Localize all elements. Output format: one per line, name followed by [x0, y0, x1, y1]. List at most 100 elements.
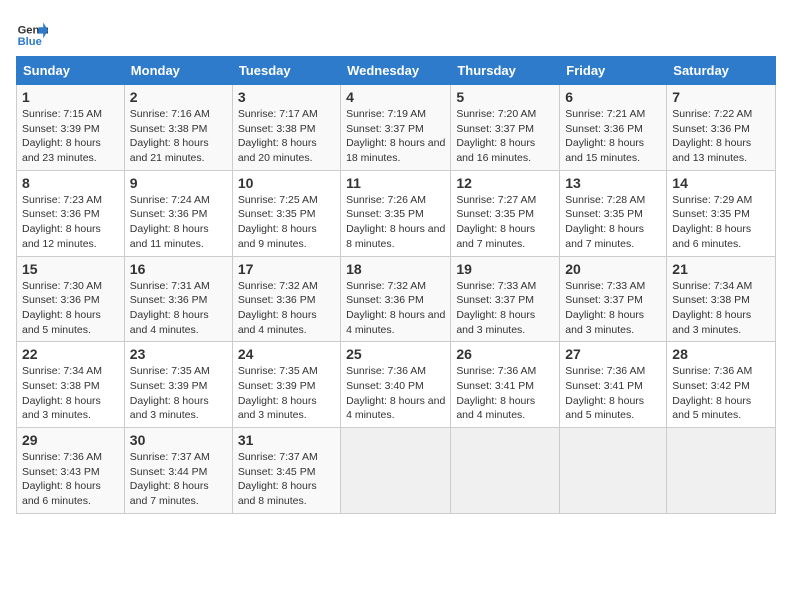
day-cell-21: 21 Sunrise: 7:34 AMSunset: 3:38 PMDaylig… [667, 256, 776, 342]
day-number: 15 [22, 261, 119, 277]
day-detail: Sunrise: 7:32 AMSunset: 3:36 PMDaylight:… [346, 280, 445, 336]
logo: General Blue [16, 16, 48, 48]
day-cell-15: 15 Sunrise: 7:30 AMSunset: 3:36 PMDaylig… [17, 256, 125, 342]
day-detail: Sunrise: 7:29 AMSunset: 3:35 PMDaylight:… [672, 194, 752, 250]
day-number: 22 [22, 346, 119, 362]
col-header-thursday: Thursday [451, 57, 560, 85]
day-number: 30 [130, 432, 227, 448]
day-number: 21 [672, 261, 770, 277]
day-detail: Sunrise: 7:36 AMSunset: 3:40 PMDaylight:… [346, 365, 445, 421]
day-detail: Sunrise: 7:23 AMSunset: 3:36 PMDaylight:… [22, 194, 102, 250]
day-cell-11: 11 Sunrise: 7:26 AMSunset: 3:35 PMDaylig… [341, 170, 451, 256]
day-cell-19: 19 Sunrise: 7:33 AMSunset: 3:37 PMDaylig… [451, 256, 560, 342]
day-number: 27 [565, 346, 661, 362]
empty-cell [560, 428, 667, 514]
day-number: 2 [130, 89, 227, 105]
day-detail: Sunrise: 7:32 AMSunset: 3:36 PMDaylight:… [238, 280, 318, 336]
day-detail: Sunrise: 7:34 AMSunset: 3:38 PMDaylight:… [22, 365, 102, 421]
day-detail: Sunrise: 7:17 AMSunset: 3:38 PMDaylight:… [238, 108, 318, 164]
day-cell-14: 14 Sunrise: 7:29 AMSunset: 3:35 PMDaylig… [667, 170, 776, 256]
day-cell-20: 20 Sunrise: 7:33 AMSunset: 3:37 PMDaylig… [560, 256, 667, 342]
col-header-wednesday: Wednesday [341, 57, 451, 85]
col-header-monday: Monday [124, 57, 232, 85]
col-header-tuesday: Tuesday [232, 57, 340, 85]
day-detail: Sunrise: 7:36 AMSunset: 3:41 PMDaylight:… [565, 365, 645, 421]
svg-text:Blue: Blue [18, 36, 42, 48]
day-detail: Sunrise: 7:37 AMSunset: 3:44 PMDaylight:… [130, 451, 210, 507]
day-detail: Sunrise: 7:37 AMSunset: 3:45 PMDaylight:… [238, 451, 318, 507]
day-number: 19 [456, 261, 554, 277]
day-number: 16 [130, 261, 227, 277]
day-number: 12 [456, 175, 554, 191]
calendar-week-5: 29 Sunrise: 7:36 AMSunset: 3:43 PMDaylig… [17, 428, 776, 514]
day-cell-26: 26 Sunrise: 7:36 AMSunset: 3:41 PMDaylig… [451, 342, 560, 428]
day-cell-13: 13 Sunrise: 7:28 AMSunset: 3:35 PMDaylig… [560, 170, 667, 256]
day-cell-31: 31 Sunrise: 7:37 AMSunset: 3:45 PMDaylig… [232, 428, 340, 514]
day-detail: Sunrise: 7:33 AMSunset: 3:37 PMDaylight:… [565, 280, 645, 336]
day-cell-28: 28 Sunrise: 7:36 AMSunset: 3:42 PMDaylig… [667, 342, 776, 428]
day-number: 25 [346, 346, 445, 362]
day-number: 3 [238, 89, 335, 105]
day-cell-5: 5 Sunrise: 7:20 AMSunset: 3:37 PMDayligh… [451, 85, 560, 171]
day-number: 9 [130, 175, 227, 191]
day-cell-25: 25 Sunrise: 7:36 AMSunset: 3:40 PMDaylig… [341, 342, 451, 428]
day-cell-6: 6 Sunrise: 7:21 AMSunset: 3:36 PMDayligh… [560, 85, 667, 171]
day-number: 29 [22, 432, 119, 448]
day-detail: Sunrise: 7:26 AMSunset: 3:35 PMDaylight:… [346, 194, 445, 250]
day-detail: Sunrise: 7:33 AMSunset: 3:37 PMDaylight:… [456, 280, 536, 336]
day-number: 10 [238, 175, 335, 191]
calendar-week-1: 1 Sunrise: 7:15 AMSunset: 3:39 PMDayligh… [17, 85, 776, 171]
day-cell-12: 12 Sunrise: 7:27 AMSunset: 3:35 PMDaylig… [451, 170, 560, 256]
day-number: 6 [565, 89, 661, 105]
col-header-saturday: Saturday [667, 57, 776, 85]
day-cell-27: 27 Sunrise: 7:36 AMSunset: 3:41 PMDaylig… [560, 342, 667, 428]
day-cell-1: 1 Sunrise: 7:15 AMSunset: 3:39 PMDayligh… [17, 85, 125, 171]
day-number: 26 [456, 346, 554, 362]
day-cell-7: 7 Sunrise: 7:22 AMSunset: 3:36 PMDayligh… [667, 85, 776, 171]
calendar-table: SundayMondayTuesdayWednesdayThursdayFrid… [16, 56, 776, 514]
calendar-week-3: 15 Sunrise: 7:30 AMSunset: 3:36 PMDaylig… [17, 256, 776, 342]
day-detail: Sunrise: 7:24 AMSunset: 3:36 PMDaylight:… [130, 194, 210, 250]
day-cell-2: 2 Sunrise: 7:16 AMSunset: 3:38 PMDayligh… [124, 85, 232, 171]
empty-cell [451, 428, 560, 514]
day-number: 5 [456, 89, 554, 105]
day-number: 13 [565, 175, 661, 191]
day-detail: Sunrise: 7:36 AMSunset: 3:43 PMDaylight:… [22, 451, 102, 507]
day-cell-18: 18 Sunrise: 7:32 AMSunset: 3:36 PMDaylig… [341, 256, 451, 342]
day-number: 28 [672, 346, 770, 362]
day-cell-9: 9 Sunrise: 7:24 AMSunset: 3:36 PMDayligh… [124, 170, 232, 256]
day-detail: Sunrise: 7:21 AMSunset: 3:36 PMDaylight:… [565, 108, 645, 164]
day-detail: Sunrise: 7:20 AMSunset: 3:37 PMDaylight:… [456, 108, 536, 164]
day-detail: Sunrise: 7:19 AMSunset: 3:37 PMDaylight:… [346, 108, 445, 164]
day-detail: Sunrise: 7:28 AMSunset: 3:35 PMDaylight:… [565, 194, 645, 250]
calendar-week-4: 22 Sunrise: 7:34 AMSunset: 3:38 PMDaylig… [17, 342, 776, 428]
day-cell-24: 24 Sunrise: 7:35 AMSunset: 3:39 PMDaylig… [232, 342, 340, 428]
day-detail: Sunrise: 7:31 AMSunset: 3:36 PMDaylight:… [130, 280, 210, 336]
day-detail: Sunrise: 7:35 AMSunset: 3:39 PMDaylight:… [238, 365, 318, 421]
day-cell-30: 30 Sunrise: 7:37 AMSunset: 3:44 PMDaylig… [124, 428, 232, 514]
day-detail: Sunrise: 7:25 AMSunset: 3:35 PMDaylight:… [238, 194, 318, 250]
day-cell-23: 23 Sunrise: 7:35 AMSunset: 3:39 PMDaylig… [124, 342, 232, 428]
empty-cell [667, 428, 776, 514]
calendar-week-2: 8 Sunrise: 7:23 AMSunset: 3:36 PMDayligh… [17, 170, 776, 256]
col-header-sunday: Sunday [17, 57, 125, 85]
day-cell-16: 16 Sunrise: 7:31 AMSunset: 3:36 PMDaylig… [124, 256, 232, 342]
day-detail: Sunrise: 7:16 AMSunset: 3:38 PMDaylight:… [130, 108, 210, 164]
day-cell-17: 17 Sunrise: 7:32 AMSunset: 3:36 PMDaylig… [232, 256, 340, 342]
day-number: 8 [22, 175, 119, 191]
day-cell-8: 8 Sunrise: 7:23 AMSunset: 3:36 PMDayligh… [17, 170, 125, 256]
day-number: 17 [238, 261, 335, 277]
day-cell-10: 10 Sunrise: 7:25 AMSunset: 3:35 PMDaylig… [232, 170, 340, 256]
day-number: 23 [130, 346, 227, 362]
day-number: 18 [346, 261, 445, 277]
day-number: 24 [238, 346, 335, 362]
day-number: 20 [565, 261, 661, 277]
day-number: 14 [672, 175, 770, 191]
day-cell-29: 29 Sunrise: 7:36 AMSunset: 3:43 PMDaylig… [17, 428, 125, 514]
day-detail: Sunrise: 7:36 AMSunset: 3:41 PMDaylight:… [456, 365, 536, 421]
day-detail: Sunrise: 7:30 AMSunset: 3:36 PMDaylight:… [22, 280, 102, 336]
day-cell-3: 3 Sunrise: 7:17 AMSunset: 3:38 PMDayligh… [232, 85, 340, 171]
empty-cell [341, 428, 451, 514]
day-number: 7 [672, 89, 770, 105]
day-detail: Sunrise: 7:22 AMSunset: 3:36 PMDaylight:… [672, 108, 752, 164]
